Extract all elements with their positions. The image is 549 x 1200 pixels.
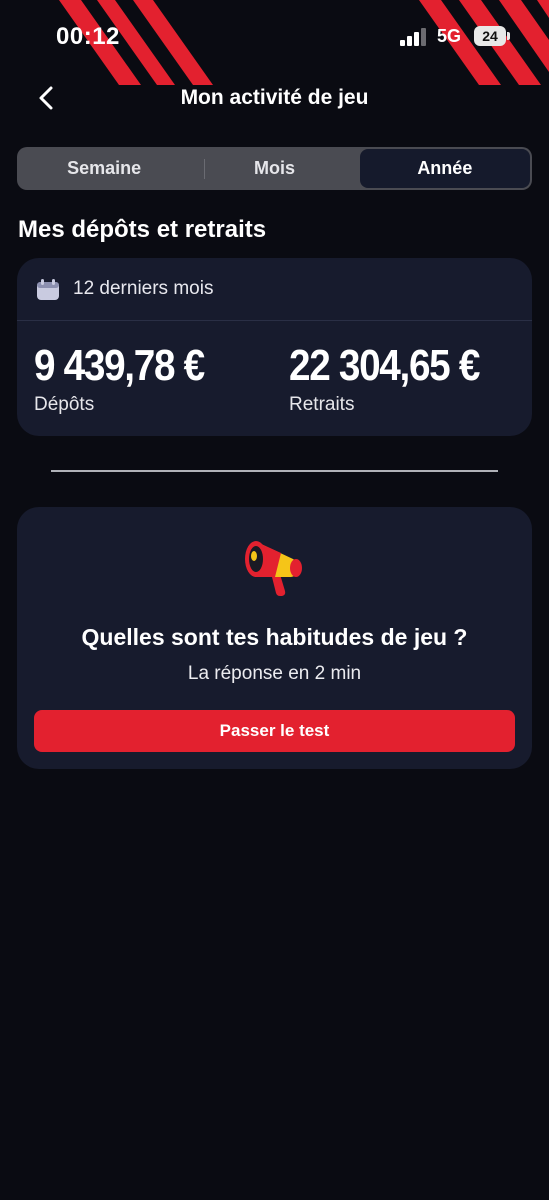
status-bar: 00:12 5G 24 [0,0,549,76]
network-type: 5G [437,26,462,46]
status-time: 00:12 [56,23,120,50]
calendar-icon [37,279,59,300]
tab-annee[interactable]: Année [359,149,530,188]
period-label: 12 derniers mois [73,278,214,299]
period-row: 12 derniers mois [17,258,532,321]
divider [51,470,498,472]
tab-semaine[interactable]: Semaine [19,149,189,188]
withdrawals-stat: 22 304,65 € Retraits [289,340,505,416]
take-test-button[interactable]: Passer le test [34,710,515,752]
withdrawals-value: 22 304,65 € [289,341,480,390]
quiz-subtitle: La réponse en 2 min [187,663,362,684]
deposits-withdrawals-card: 12 derniers mois 9 439,78 € Dépôts 22 30… [17,258,532,436]
screen: 00:12 5G 24 Mon activité de jeu Semaine … [0,0,549,1200]
deposits-label: Dépôts [34,394,95,415]
section-title: Mes dépôts et retraits [18,216,267,243]
withdrawals-label: Retraits [289,394,355,415]
deposits-stat: 9 439,78 € Dépôts [34,340,227,416]
battery-icon: 24 [474,26,510,46]
period-segmented-control: Semaine Mois Année [17,147,532,190]
battery-level: 24 [482,28,498,44]
page-title: Mon activité de jeu [180,86,369,109]
quiz-title: Quelles sont tes habitudes de jeu ? [81,624,468,650]
signal-icon [400,28,426,46]
tab-mois[interactable]: Mois [189,149,359,188]
segment-divider [204,159,205,179]
megaphone-icon [245,541,302,596]
gaming-habits-card: Quelles sont tes habitudes de jeu ? La r… [17,507,532,769]
deposits-value: 9 439,78 € [34,341,205,390]
